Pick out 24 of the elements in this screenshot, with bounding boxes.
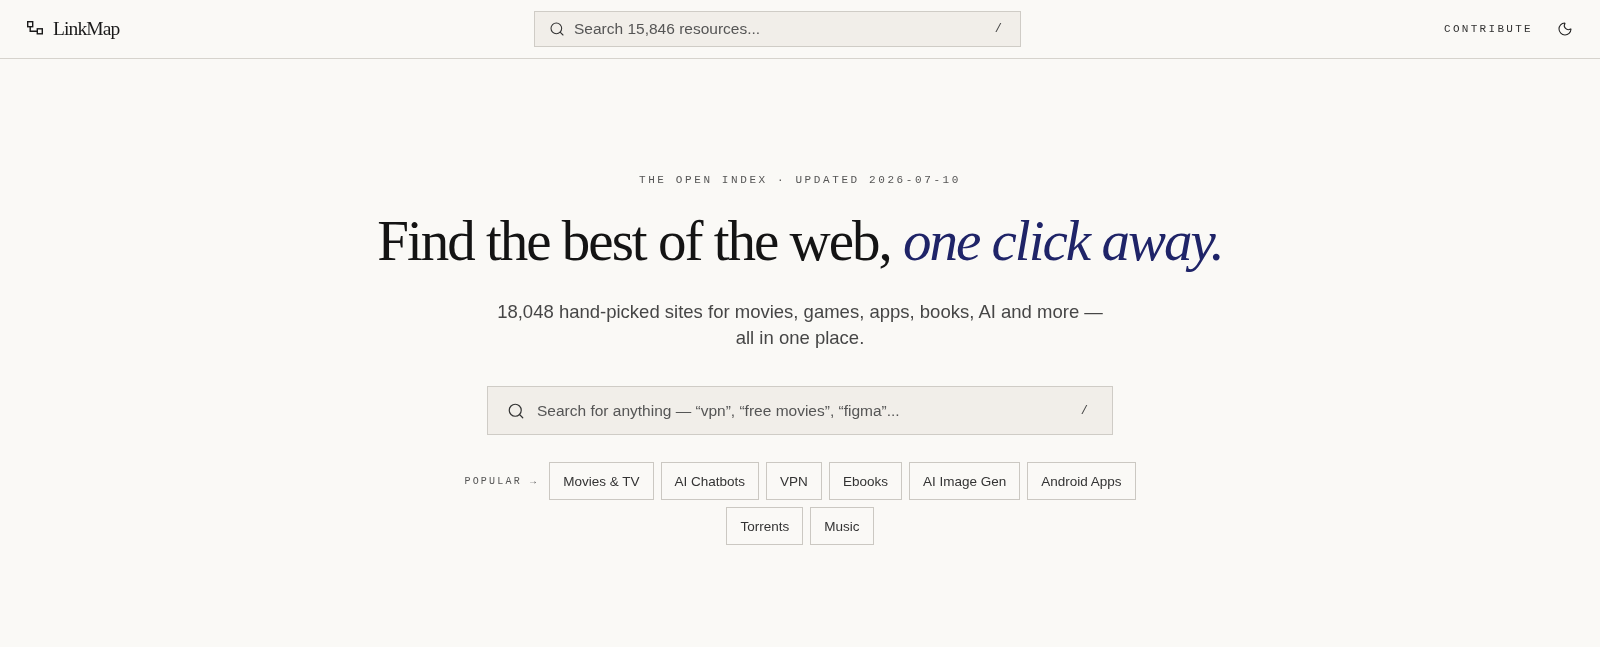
shortcut-key: / <box>994 22 1002 36</box>
shortcut-key: / <box>1080 403 1088 418</box>
search-icon <box>507 401 525 420</box>
tag-chip[interactable]: Android Apps <box>1027 462 1136 500</box>
headline: Find the best of the web, one click away. <box>377 208 1223 274</box>
logo-icon <box>27 21 43 37</box>
search-input[interactable]: Search 15,846 resources... <box>574 20 986 38</box>
search-icon <box>549 21 565 37</box>
tag-chip[interactable]: VPN <box>766 462 822 500</box>
tag-chip[interactable]: Movies & TV <box>549 462 654 500</box>
logo-text[interactable]: LinkMap <box>53 18 120 40</box>
search-bar[interactable]: Search 15,846 resources... / <box>534 11 1021 47</box>
tag-chip[interactable]: Music <box>810 507 874 545</box>
search-input[interactable]: Search for anything — “vpn”, “free movies”, “figma”... <box>537 401 1069 420</box>
tag-chip[interactable]: Ebooks <box>828 462 902 500</box>
tag-chip[interactable]: AI Chatbots <box>660 462 760 500</box>
subtitle: 18,048 hand-picked sites for movies, games, apps, books, AI and more — all in one place. <box>496 300 1104 350</box>
tag-chip[interactable]: Torrents <box>726 507 804 545</box>
popular-label: POPULAR → <box>464 475 539 487</box>
tag-chip[interactable]: AI Image Gen <box>908 462 1021 500</box>
moon-icon[interactable] <box>1557 21 1573 37</box>
search-bar[interactable]: Search for anything — “vpn”, “free movies”, “figma”... / <box>487 386 1113 435</box>
eyebrow-text: THE OPEN INDEX · UPDATED 2026-07-10 <box>638 173 961 187</box>
contribute-link[interactable]: CONTRIBUTE <box>1444 23 1533 35</box>
